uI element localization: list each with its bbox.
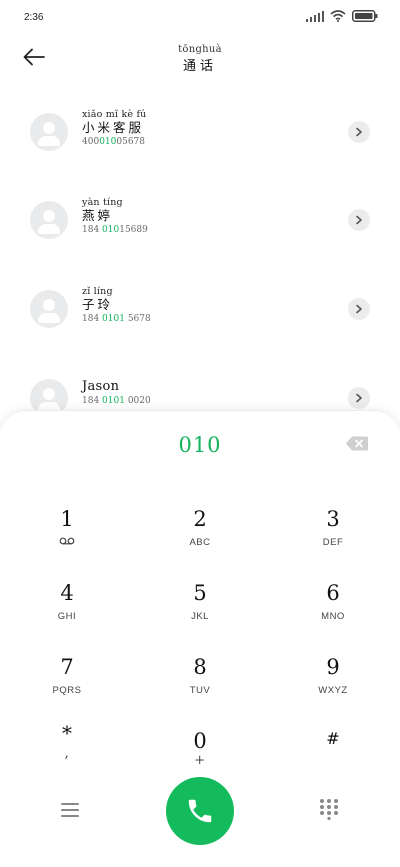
contact-detail-button[interactable] [348, 121, 370, 143]
backspace-button[interactable] [346, 436, 368, 451]
dialpad-toggle-button[interactable] [318, 798, 340, 821]
chevron-right-icon [356, 127, 362, 137]
key-digit: 7 [60, 655, 74, 679]
status-time: 2:36 [24, 12, 44, 23]
key-6[interactable]: 6 MNO [273, 581, 393, 641]
avatar [30, 201, 68, 239]
key-digit: 3 [326, 507, 340, 531]
key-digit: 4 [60, 581, 74, 605]
contact-name-pinyin: yàn tíng [82, 197, 123, 208]
key-star[interactable]: * , [7, 721, 127, 781]
status-icons [305, 10, 379, 22]
battery-icon [352, 10, 378, 22]
page-title-pinyin: tōnghuà [178, 44, 222, 55]
key-digit: * [62, 721, 72, 745]
bottom-action-bar [0, 777, 400, 847]
avatar [30, 290, 68, 328]
key-4[interactable]: 4 GHI [7, 581, 127, 641]
contact-number: 184 0101 0020 [82, 396, 151, 406]
dialed-number: 010 [178, 433, 222, 457]
key-digit: 2 [193, 507, 207, 531]
call-button[interactable] [166, 777, 234, 845]
header: tōnghuà 通话 [0, 36, 400, 86]
key-digit: 6 [326, 581, 340, 605]
page-title-text: 通话 [182, 59, 217, 74]
key-digit: 1 [60, 507, 74, 531]
dialpad-panel: 010 1 2 ABC 3 DEF 4 GHI 5 JKL 6 MNO 7 PQ… [0, 410, 400, 867]
contact-name-block: zǐ líng 子玲 184 0101 5678 [82, 286, 151, 324]
key-letters: WXYZ [318, 685, 348, 696]
key-3[interactable]: 3 DEF [273, 507, 393, 567]
chevron-right-icon [356, 215, 362, 225]
contact-number: 184 0101 5678 [82, 314, 151, 324]
key-digit: 5 [193, 581, 207, 605]
key-7[interactable]: 7 PQRS [7, 655, 127, 715]
key-1[interactable]: 1 [7, 507, 127, 567]
contact-name-block: Jason 184 0101 0020 [82, 375, 151, 406]
key-letters: PQRS [52, 685, 82, 696]
page-title: tōnghuà 通话 [0, 44, 400, 74]
menu-button[interactable] [58, 800, 82, 820]
key-digit: # [326, 729, 340, 748]
contact-row[interactable]: yàn tíng 燕婷 184 01015689 [0, 197, 400, 271]
contact-number: 40001005678 [82, 137, 146, 147]
key-letters: MNO [321, 611, 345, 622]
chevron-right-icon [356, 304, 362, 314]
contact-name-pinyin: xiǎo mǐ kè fú [82, 109, 147, 120]
key-letters: + [194, 753, 206, 768]
avatar [30, 113, 68, 151]
chevron-right-icon [356, 393, 362, 403]
key-digit: 0 [193, 729, 207, 753]
key-letters: , [64, 745, 70, 761]
key-9[interactable]: 9 WXYZ [273, 655, 393, 715]
key-digit: 8 [193, 655, 207, 679]
backspace-icon [346, 436, 368, 451]
key-letters: ABC [189, 537, 211, 548]
contact-name: Jason [82, 379, 120, 394]
key-5[interactable]: 5 JKL [140, 581, 260, 641]
key-8[interactable]: 8 TUV [140, 655, 260, 715]
key-digit: 9 [326, 655, 340, 679]
dialpad-grid-icon [320, 799, 338, 821]
signal-icon [305, 10, 324, 22]
contact-name: 子玲 [82, 297, 114, 312]
contact-name: 小米客服 [82, 120, 145, 135]
contact-row[interactable]: zǐ líng 子玲 184 0101 5678 [0, 286, 400, 360]
phone-icon [188, 799, 212, 823]
wifi-icon [330, 10, 346, 22]
contact-detail-button[interactable] [348, 209, 370, 231]
contact-row[interactable]: xiǎo mǐ kè fú 小米客服 40001005678 [0, 109, 400, 183]
status-bar: 2:36 [0, 0, 400, 36]
contact-name-block: xiǎo mǐ kè fú 小米客服 40001005678 [82, 109, 147, 147]
key-letters: TUV [189, 685, 211, 696]
contact-detail-button[interactable] [348, 387, 370, 409]
contact-name-pinyin: zǐ líng [82, 286, 113, 297]
key-letters: GHI [57, 611, 77, 622]
key-letters: JKL [191, 611, 209, 622]
key-2[interactable]: 2 ABC [140, 507, 260, 567]
contact-name-block: yàn tíng 燕婷 184 01015689 [82, 197, 148, 235]
contact-detail-button[interactable] [348, 298, 370, 320]
key-letters: DEF [322, 537, 344, 548]
contact-number: 184 01015689 [82, 225, 148, 235]
voicemail-icon [7, 537, 127, 548]
contact-name: 燕婷 [82, 208, 114, 223]
menu-icon [61, 803, 79, 817]
